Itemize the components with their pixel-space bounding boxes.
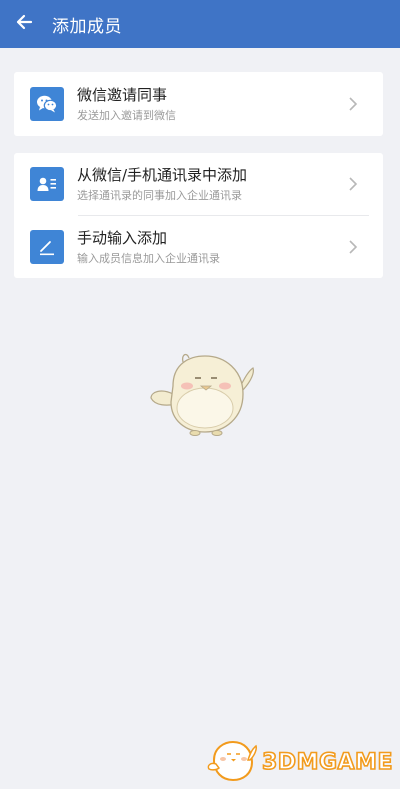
back-button[interactable]	[0, 0, 48, 48]
chevron-right-icon	[343, 239, 363, 255]
item-title: 手动输入添加	[77, 228, 168, 247]
item-subtitle: 输入成员信息加入企业通讯录	[77, 251, 220, 265]
add-from-contacts-item[interactable]: 从微信/手机通讯录中添加 选择通讯录的同事加入企业通讯录	[14, 153, 383, 215]
invite-wechat-item[interactable]: 微信邀请同事 发送加入邀请到微信	[14, 72, 383, 136]
page-title: 添加成员	[52, 16, 122, 37]
item-title: 微信邀请同事	[77, 85, 168, 104]
watermark: 3DMGAME	[206, 740, 396, 784]
pencil-icon	[30, 230, 64, 264]
chevron-right-icon	[343, 96, 363, 112]
watermark-text: 3DMGAME	[261, 749, 393, 776]
wechat-icon	[30, 87, 64, 121]
add-member-card: 从微信/手机通讯录中添加 选择通讯录的同事加入企业通讯录 手动输入添加 输入成员…	[14, 153, 383, 278]
item-subtitle: 发送加入邀请到微信	[77, 108, 176, 122]
contact-card-icon	[30, 167, 64, 201]
item-title: 从微信/手机通讯录中添加	[77, 165, 248, 184]
arrow-left-icon	[15, 13, 33, 35]
watermark-mascot-icon	[206, 738, 258, 786]
invite-card: 微信邀请同事 发送加入邀请到微信	[14, 72, 383, 136]
item-subtitle: 选择通讯录的同事加入企业通讯录	[77, 188, 242, 202]
chevron-right-icon	[343, 176, 363, 192]
manual-add-item[interactable]: 手动输入添加 输入成员信息加入企业通讯录	[14, 216, 383, 278]
mascot-illustration	[147, 348, 262, 444]
app-header: 添加成员	[0, 0, 400, 48]
